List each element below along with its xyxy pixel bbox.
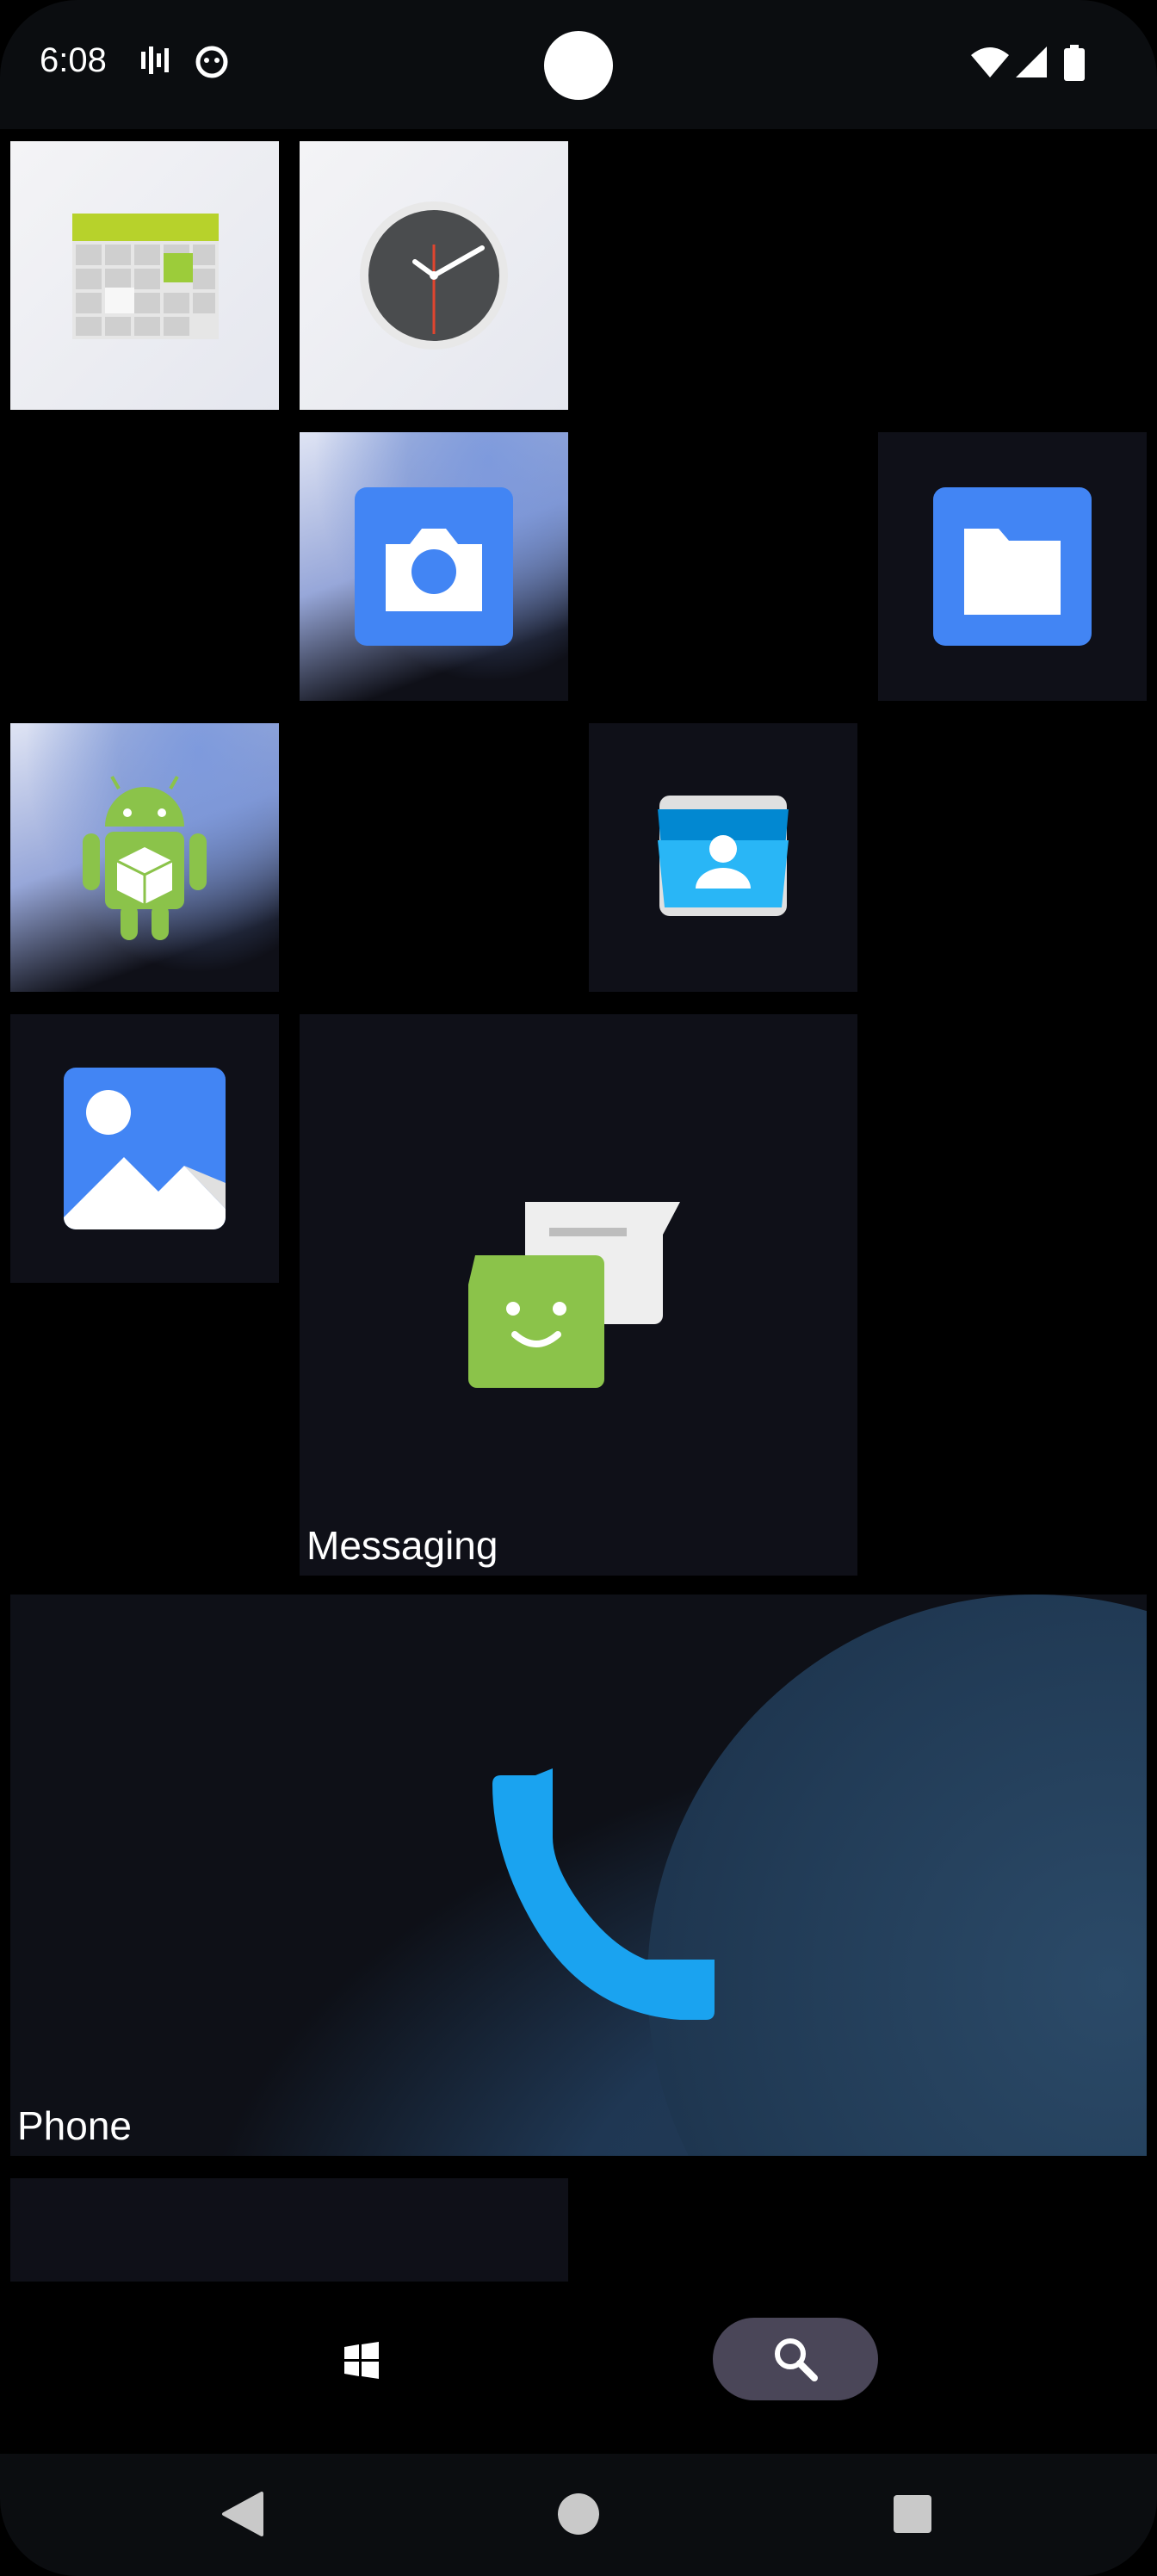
contacts-icon (658, 796, 789, 916)
notification-app-icon (195, 45, 229, 84)
signal-bars-icon (139, 45, 170, 84)
partial-tile[interactable] (10, 2178, 568, 2285)
wifi-icon (969, 45, 1011, 84)
clock-tile[interactable] (300, 141, 568, 410)
status-bar: 6:08 (0, 0, 1157, 129)
windows-icon[interactable] (343, 2342, 381, 2380)
home-icon[interactable] (556, 2492, 601, 2536)
gallery-icon (64, 1068, 226, 1229)
messaging-icon (468, 1202, 680, 1388)
cellular-icon (1014, 45, 1049, 84)
gallery-tile[interactable] (10, 1014, 279, 1283)
android-app-tile[interactable] (10, 723, 279, 992)
messaging-tile[interactable]: Messaging (300, 1014, 857, 1576)
phone-icon (492, 1768, 715, 2020)
search-icon (775, 2338, 818, 2381)
home-screen: 6:08 Messaging Phone (0, 0, 1157, 2576)
calendar-icon (72, 214, 219, 339)
clock-icon (360, 201, 508, 350)
folder-icon (933, 487, 1092, 646)
camera-cutout (544, 31, 613, 100)
messaging-label: Messaging (306, 1523, 498, 1568)
phone-label: Phone (17, 2103, 133, 2148)
contacts-tile[interactable] (589, 723, 857, 992)
android-icon (83, 776, 207, 940)
battery-icon (1062, 45, 1086, 87)
search-button[interactable] (713, 2318, 878, 2400)
status-time: 6:08 (40, 41, 107, 79)
back-icon[interactable] (220, 2490, 265, 2538)
recents-icon[interactable] (892, 2493, 933, 2535)
camera-tile[interactable] (300, 432, 568, 701)
phone-tile[interactable]: Phone (10, 1595, 1147, 2156)
taskbar (0, 2282, 1157, 2454)
files-tile[interactable] (878, 432, 1147, 701)
camera-icon (355, 487, 513, 646)
system-navigation-bar (0, 2454, 1157, 2576)
calendar-tile[interactable] (10, 141, 279, 410)
